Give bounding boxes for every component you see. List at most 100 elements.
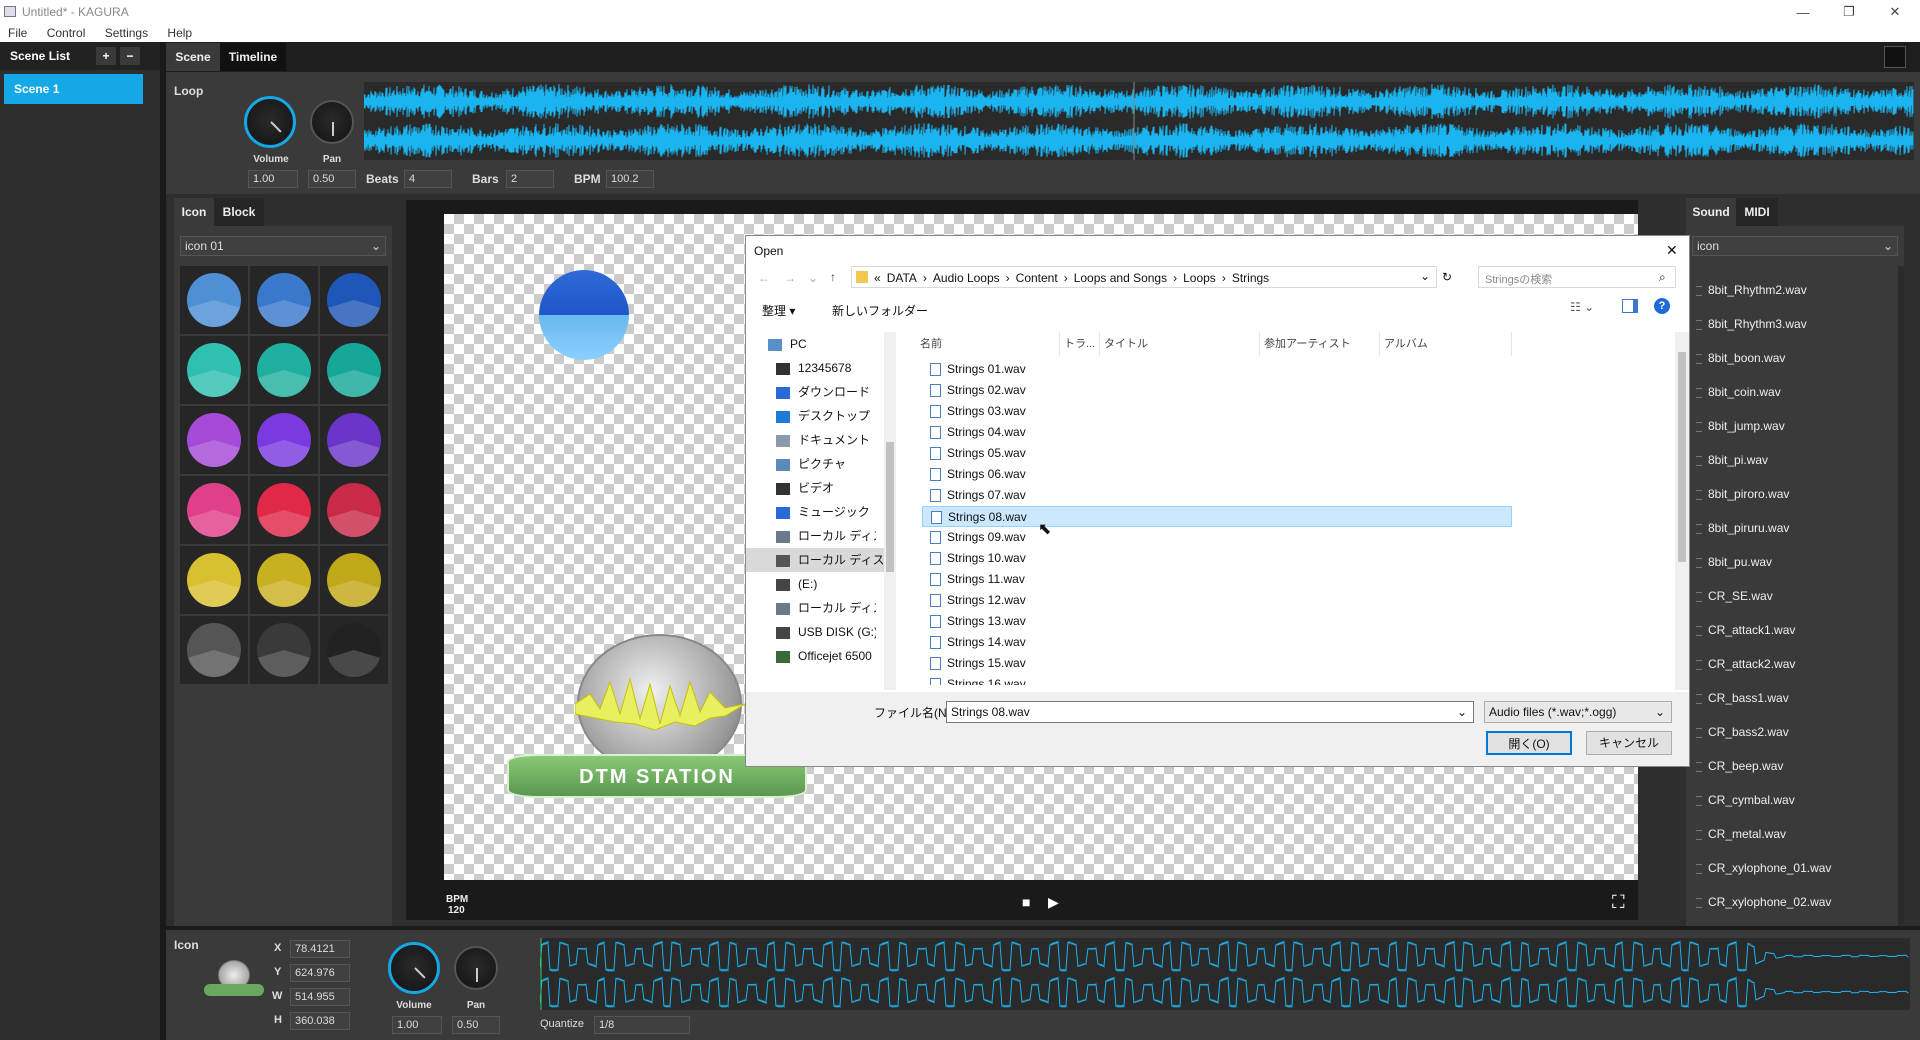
stop-button[interactable]: ■ (1022, 894, 1030, 910)
play-button[interactable]: ▶ (1048, 894, 1059, 911)
recent-dropdown-icon[interactable]: ⌄ (808, 271, 818, 285)
column-header-name[interactable]: 名前 (916, 332, 1060, 356)
tab-sound[interactable]: Sound (1686, 198, 1736, 226)
nav-item[interactable]: ローカル ディスク (C (776, 524, 876, 548)
sound-list-item[interactable]: CR_attack2.wav (1690, 649, 1864, 679)
column-header-track[interactable]: トラ... (1060, 332, 1100, 356)
dialog-close-icon[interactable]: ✕ (1666, 242, 1678, 259)
x-field[interactable]: 78.4121 (290, 940, 350, 958)
breadcrumb-item[interactable]: « (874, 271, 881, 285)
breadcrumb-separator-icon[interactable]: › (1006, 271, 1010, 285)
sound-list-item[interactable]: 8bit_boon.wav (1690, 343, 1864, 373)
breadcrumb-item[interactable]: Audio Loops (933, 271, 1000, 285)
breadcrumb-item[interactable]: Loops and Songs (1074, 271, 1167, 285)
w-field[interactable]: 514.955 (290, 988, 350, 1006)
nav-item[interactable]: 12345678 (776, 356, 876, 380)
file-item[interactable]: Strings 10.wav (922, 548, 1512, 569)
nav-item[interactable]: ピクチャ (776, 452, 876, 476)
column-header-artist[interactable]: 参加アーティスト (1260, 332, 1380, 356)
file-item[interactable]: Strings 08.wav (922, 506, 1512, 527)
loop-volume-knob[interactable] (244, 96, 296, 148)
icon-swatch[interactable] (320, 476, 388, 544)
breadcrumb-separator-icon[interactable]: › (1064, 271, 1068, 285)
nav-item[interactable]: ローカル ディスク (F (776, 596, 876, 620)
file-scrollbar-thumb[interactable] (1678, 352, 1686, 562)
cancel-button[interactable]: キャンセル (1586, 731, 1672, 755)
nav-item[interactable]: ドキュメント (776, 428, 876, 452)
nav-item[interactable]: (E:) (776, 572, 876, 596)
breadcrumb-item[interactable]: Strings (1232, 271, 1269, 285)
icon-swatch[interactable] (180, 336, 248, 404)
sound-select[interactable]: icon ⌄ (1692, 236, 1898, 256)
icon-swatch[interactable] (250, 266, 318, 334)
icon-swatch[interactable] (180, 476, 248, 544)
tab-midi[interactable]: MIDI (1736, 198, 1778, 226)
nav-item[interactable]: ダウンロード (776, 380, 876, 404)
menu-control[interactable]: Control (47, 24, 86, 42)
panel-toggle-button[interactable] (1884, 46, 1906, 68)
filename-input[interactable]: Strings 08.wav ⌄ (946, 701, 1474, 723)
fullscreen-icon[interactable]: ⛶ (1612, 892, 1625, 913)
address-dropdown-icon[interactable]: ⌄ (1420, 269, 1430, 283)
scene-item[interactable]: Scene 1 (4, 74, 143, 104)
sound-list-item[interactable]: CR_SE.wav (1690, 581, 1864, 611)
close-button[interactable]: ✕ (1872, 0, 1918, 24)
sound-list-item[interactable]: CR_cymbal.wav (1690, 785, 1864, 815)
quantize-field[interactable]: 1/8 (594, 1016, 690, 1034)
y-field[interactable]: 624.976 (290, 964, 350, 982)
sound-list-item[interactable]: 8bit_pi.wav (1690, 445, 1864, 475)
bottom-pan-knob[interactable] (454, 946, 498, 990)
sound-list-scrollbar[interactable] (1898, 266, 1904, 926)
icon-swatch[interactable] (250, 336, 318, 404)
icon-waveform[interactable] (540, 938, 1910, 1010)
sound-list-item[interactable]: CR_bass2.wav (1690, 717, 1864, 747)
loop-pan-field[interactable]: 0.50 (308, 170, 356, 188)
file-item[interactable]: Strings 11.wav (922, 569, 1512, 590)
sound-list-item[interactable]: CR_xylophone_01.wav (1690, 853, 1864, 883)
icon-swatch[interactable] (250, 546, 318, 614)
breadcrumb-item[interactable]: Loops (1183, 271, 1216, 285)
remove-scene-button[interactable]: − (120, 47, 140, 65)
restore-button[interactable]: ❐ (1826, 0, 1872, 24)
nav-scrollbar-thumb[interactable] (886, 442, 894, 572)
organize-button[interactable]: 整理 ▾ (762, 302, 795, 319)
sound-list-item[interactable]: 8bit_Rhythm2.wav (1690, 275, 1864, 305)
beats-field[interactable]: 4 (404, 170, 452, 188)
tab-icon[interactable]: Icon (174, 198, 214, 226)
blue-circle-icon[interactable] (539, 270, 629, 360)
sound-list-item[interactable]: 8bit_piruru.wav (1690, 513, 1864, 543)
file-item[interactable]: Strings 12.wav (922, 590, 1512, 611)
loop-volume-field[interactable]: 1.00 (248, 170, 298, 188)
tab-timeline[interactable]: Timeline (220, 43, 286, 71)
address-bar[interactable]: « DATA › Audio Loops › Content › Loops and Song… (851, 266, 1437, 288)
icon-swatch[interactable] (320, 616, 388, 684)
add-scene-button[interactable]: + (96, 47, 116, 65)
file-list-scrollbar[interactable] (1675, 332, 1689, 690)
icon-swatch[interactable] (320, 406, 388, 474)
menu-file[interactable]: File (8, 24, 27, 42)
breadcrumb-item[interactable]: DATA (887, 271, 917, 285)
file-item[interactable]: Strings 09.wav (922, 527, 1512, 548)
loop-waveform[interactable] (364, 82, 1914, 160)
bottom-volume-knob[interactable] (388, 942, 440, 994)
icon-swatch[interactable] (320, 546, 388, 614)
file-item[interactable]: Strings 01.wav (922, 359, 1512, 380)
nav-item[interactable]: デスクトップ (776, 404, 876, 428)
icon-swatch[interactable] (180, 266, 248, 334)
back-arrow-icon[interactable]: ← (758, 271, 770, 285)
minimize-button[interactable]: — (1780, 0, 1826, 24)
file-item[interactable]: Strings 07.wav (922, 485, 1512, 506)
open-button[interactable]: 開く(O) (1486, 731, 1572, 755)
sound-list-item[interactable]: 8bit_coin.wav (1690, 377, 1864, 407)
up-arrow-icon[interactable]: ↑ (830, 270, 836, 284)
column-header-album[interactable]: アルバム (1380, 332, 1512, 356)
column-header-title[interactable]: タイトル (1100, 332, 1260, 356)
breadcrumb-separator-icon[interactable]: › (1173, 271, 1177, 285)
nav-item[interactable]: Officejet 6500 E7 (776, 644, 876, 668)
sound-list-item[interactable]: CR_beep.wav (1690, 751, 1864, 781)
bottom-pan-field[interactable]: 0.50 (452, 1016, 500, 1034)
icon-swatch[interactable] (180, 546, 248, 614)
icon-swatch[interactable] (250, 616, 318, 684)
breadcrumb-separator-icon[interactable]: › (1222, 271, 1226, 285)
help-icon[interactable]: ? (1654, 298, 1670, 314)
